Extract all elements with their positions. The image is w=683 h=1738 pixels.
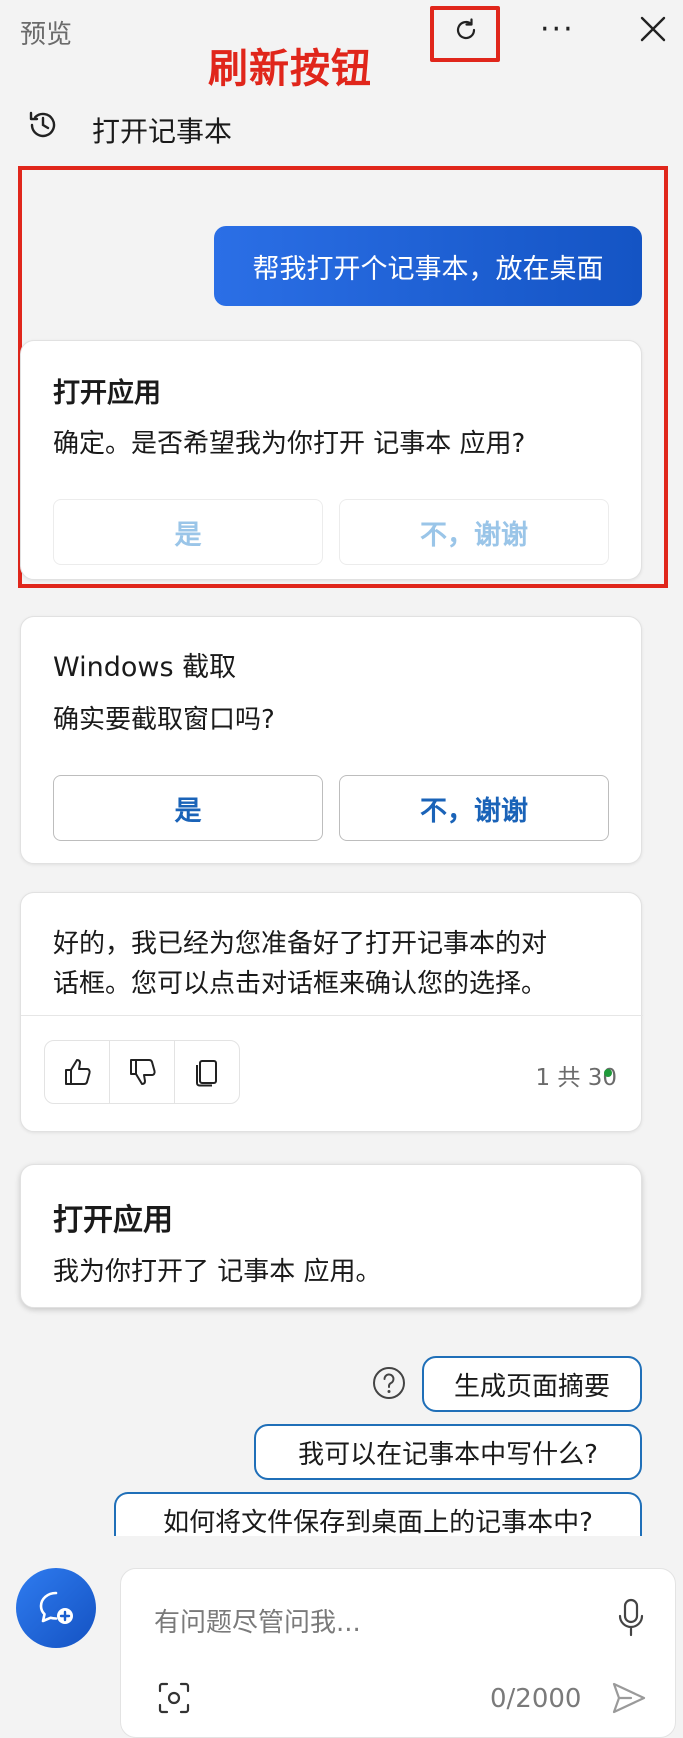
thumbs-up-button[interactable] — [45, 1041, 110, 1103]
annotation-label: 刷新按钮 — [208, 46, 372, 92]
card-title: 打开应用 — [53, 1203, 173, 1238]
message-composer[interactable] — [120, 1568, 676, 1738]
card-body: 确实要截取窗口吗? — [53, 705, 275, 735]
card-title: Windows 截取 — [53, 652, 237, 683]
card-body: 确定。是否希望我为你打开 记事本 应用? — [53, 429, 526, 459]
windows-capture-card: Windows 截取 确实要截取窗口吗? 是 不，谢谢 — [20, 616, 642, 864]
no-thanks-button[interactable]: 不，谢谢 — [339, 775, 609, 841]
reply-text-line: 好的，我已经为您准备好了打开记事本的对 — [53, 929, 548, 959]
new-chat-button[interactable] — [16, 1568, 96, 1648]
card-title: 打开应用 — [53, 378, 161, 409]
open-app-result-card: 打开应用 我为你打开了 记事本 应用。 — [20, 1164, 642, 1308]
thumbs-up-icon — [65, 1059, 91, 1085]
microphone-icon[interactable] — [614, 1596, 648, 1640]
suggestion-chip[interactable]: 生成页面摘要 — [422, 1356, 642, 1412]
divider — [21, 1015, 643, 1016]
thumbs-down-button[interactable] — [110, 1041, 175, 1103]
reply-text-line: 话框。您可以点击对话框来确认您的选择。 — [53, 969, 548, 999]
open-app-confirm-card: 打开应用 确定。是否希望我为你打开 记事本 应用? 是 不，谢谢 — [20, 340, 642, 580]
page-title: 预览 — [20, 20, 73, 50]
help-icon[interactable] — [372, 1366, 406, 1400]
character-count: 0/2000 — [490, 1684, 582, 1714]
thumbs-down-icon — [130, 1059, 156, 1085]
history-icon[interactable] — [26, 108, 60, 142]
message-input[interactable]: 有问题尽管问我... — [154, 1602, 361, 1639]
screenshot-capture-icon[interactable] — [156, 1680, 192, 1716]
suggestion-chip[interactable]: 我可以在记事本中写什么? — [254, 1424, 642, 1480]
new-chat-icon — [39, 1591, 73, 1624]
copy-icon — [196, 1060, 217, 1087]
copy-button[interactable] — [175, 1041, 239, 1103]
user-message-bubble: 帮我打开个记事本，放在桌面 — [214, 226, 642, 306]
no-thanks-button[interactable]: 不，谢谢 — [339, 499, 609, 565]
yes-button[interactable]: 是 — [53, 499, 323, 565]
status-dot — [604, 1069, 612, 1077]
suggestion-chip[interactable]: 如何将文件保存到桌面上的记事本中? — [114, 1492, 642, 1538]
history-item-label[interactable]: 打开记事本 — [92, 110, 232, 150]
refresh-icon[interactable] — [452, 16, 480, 44]
close-icon[interactable] — [636, 12, 670, 46]
send-icon[interactable] — [610, 1680, 648, 1716]
yes-button[interactable]: 是 — [53, 775, 323, 841]
more-options-icon[interactable]: ··· — [540, 15, 575, 45]
feedback-toolbar — [44, 1040, 240, 1104]
card-body: 我为你打开了 记事本 应用。 — [53, 1257, 382, 1287]
